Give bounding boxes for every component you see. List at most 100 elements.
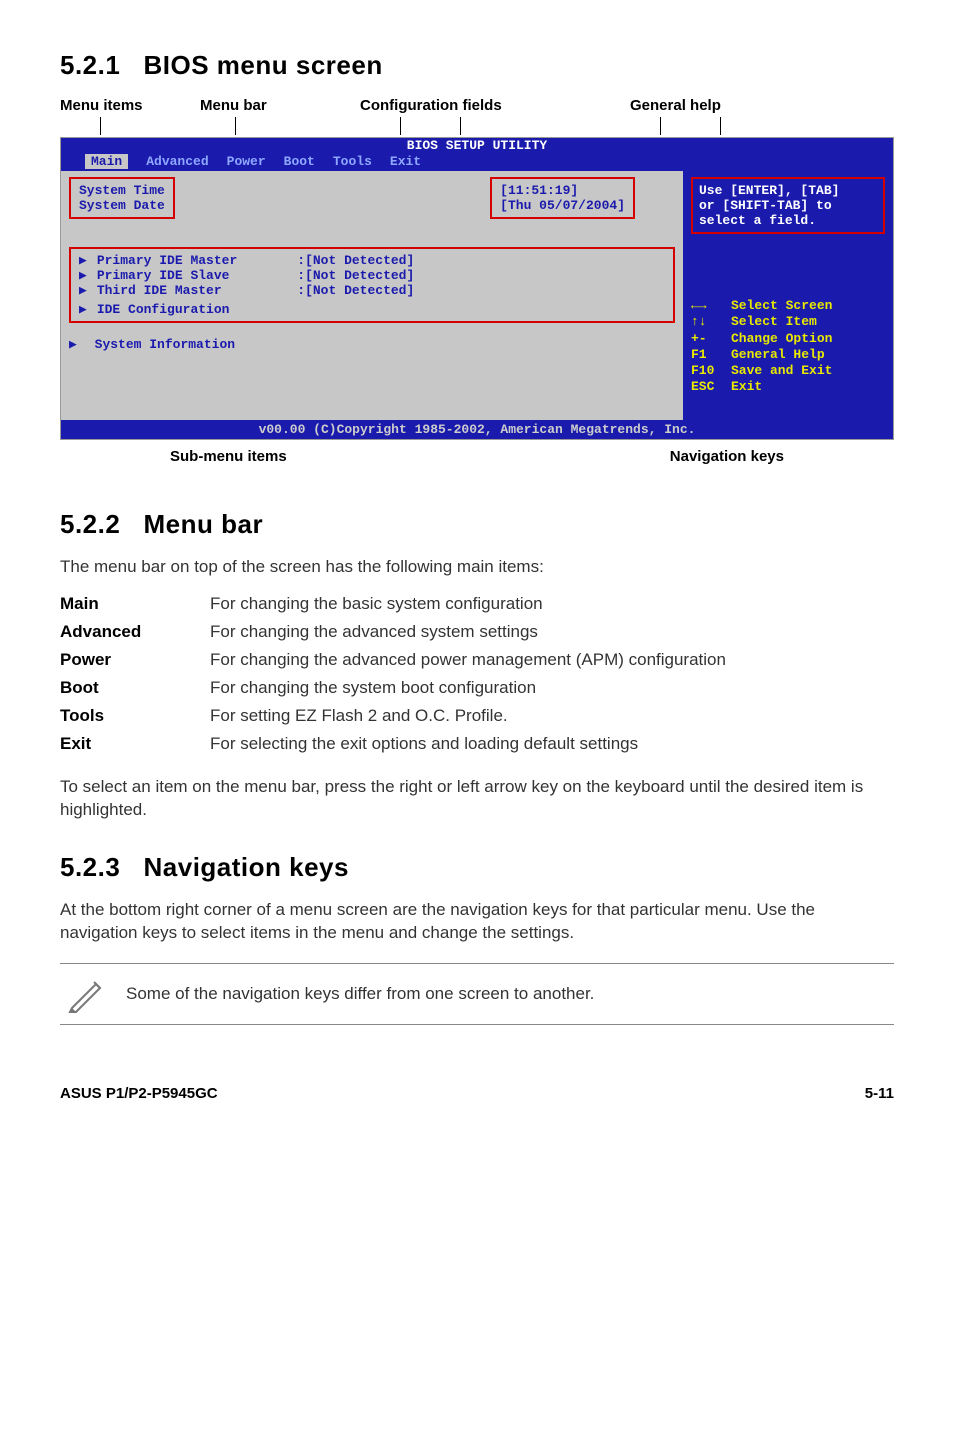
footer-right: 5-11 — [865, 1085, 894, 1102]
tick — [235, 117, 236, 135]
tick — [660, 117, 661, 135]
nav-key: ←→ — [691, 298, 731, 314]
def-term: Boot — [60, 674, 210, 702]
menu-items-box: System Time System Date — [69, 177, 175, 219]
submenu-label: IDE Configuration — [97, 302, 230, 317]
help-line: or [SHIFT-TAB] to — [699, 198, 877, 213]
def-desc: For changing the basic system configurat… — [210, 590, 894, 618]
tick — [100, 117, 101, 135]
heading-522: 5.2.2 Menu bar — [60, 509, 894, 540]
def-term: Power — [60, 646, 210, 674]
def-term: Exit — [60, 730, 210, 758]
label-submenu-items: Sub-menu items — [170, 448, 287, 465]
def-desc: For changing the advanced system setting… — [210, 618, 894, 646]
label-menu-bar: Menu bar — [200, 97, 267, 114]
def-term: Main — [60, 590, 210, 618]
label-navigation-keys: Navigation keys — [670, 448, 784, 465]
bios-menubar: BIOS SETUP UTILITY Main Advanced Power B… — [61, 138, 893, 171]
bios-screenshot: BIOS SETUP UTILITY Main Advanced Power B… — [60, 137, 894, 440]
submenu-row[interactable]: ▶ Primary IDE Master — [79, 253, 237, 268]
nav-key: F1 — [691, 347, 731, 363]
menubar-definitions: MainFor changing the basic system config… — [60, 590, 894, 758]
help-line: Use [ENTER], [TAB] — [699, 183, 877, 198]
system-date-label[interactable]: System Date — [79, 198, 165, 213]
note-box: Some of the navigation keys differ from … — [60, 963, 894, 1025]
nav-key: F10 — [691, 363, 731, 379]
tab-boot[interactable]: Boot — [284, 154, 315, 169]
label-config-fields: Configuration fields — [360, 97, 502, 114]
def-row: AdvancedFor changing the advanced system… — [60, 618, 894, 646]
submenu-value: :[Not Detected] — [297, 283, 414, 298]
tab-main[interactable]: Main — [85, 154, 128, 169]
nav-action: Save and Exit — [731, 363, 832, 378]
tick — [460, 117, 461, 135]
submenu-row[interactable]: ▶Third IDE Master — [79, 283, 237, 298]
page-footer: ASUS P1/P2-P5945GC 5-11 — [60, 1085, 894, 1102]
system-date-value[interactable]: [Thu 05/07/2004] — [500, 198, 625, 213]
system-time-value[interactable]: [11:51:19] — [500, 183, 625, 198]
system-information-label: System Information — [95, 337, 235, 352]
top-label-row: Menu items Menu bar Configuration fields… — [60, 97, 894, 119]
def-row: PowerFor changing the advanced power man… — [60, 646, 894, 674]
def-term: Tools — [60, 702, 210, 730]
nav-action: Select Screen — [731, 298, 832, 313]
nav-key: +- — [691, 331, 731, 347]
def-row: ToolsFor setting EZ Flash 2 and O.C. Pro… — [60, 702, 894, 730]
tab-advanced[interactable]: Advanced — [146, 154, 208, 169]
def-desc: For changing the system boot configurati… — [210, 674, 894, 702]
heading-num: 5.2.3 — [60, 852, 120, 882]
navkeys-body: At the bottom right corner of a menu scr… — [60, 899, 894, 945]
label-menu-items: Menu items — [60, 97, 143, 114]
nav-action: Select Item — [731, 314, 817, 329]
tick — [720, 117, 721, 135]
menubar-outro: To select an item on the menu bar, press… — [60, 776, 894, 822]
submenu-label: Primary IDE Master — [97, 253, 237, 268]
bios-copyright: v00.00 (C)Copyright 1985-2002, American … — [61, 420, 893, 439]
help-line: select a field. — [699, 213, 877, 228]
triangle-icon: ▶ — [79, 268, 87, 283]
general-help-box: Use [ENTER], [TAB] or [SHIFT-TAB] to sel… — [691, 177, 885, 234]
heading-523: 5.2.3 Navigation keys — [60, 852, 894, 883]
def-row: ExitFor selecting the exit options and l… — [60, 730, 894, 758]
submenu-value: :[Not Detected] — [297, 268, 414, 283]
triangle-icon: ▶ — [69, 337, 77, 352]
system-time-label[interactable]: System Time — [79, 183, 165, 198]
submenu-label: Third IDE Master — [97, 283, 222, 298]
nav-action: General Help — [731, 347, 825, 362]
tab-tools[interactable]: Tools — [333, 154, 372, 169]
def-desc: For selecting the exit options and loadi… — [210, 730, 894, 758]
bottom-label-row: Sub-menu items Navigation keys — [60, 448, 894, 465]
heading-text: BIOS menu screen — [144, 50, 383, 80]
heading-num: 5.2.1 — [60, 50, 120, 80]
heading-text: Menu bar — [144, 509, 264, 539]
tab-exit[interactable]: Exit — [390, 154, 421, 169]
heading-num: 5.2.2 — [60, 509, 120, 539]
pencil-icon — [66, 974, 106, 1014]
submenu-value: :[Not Detected] — [297, 253, 414, 268]
menubar-intro: The menu bar on top of the screen has th… — [60, 556, 894, 579]
submenu-row[interactable]: ▶ System Information — [69, 337, 675, 352]
note-text: Some of the navigation keys differ from … — [126, 983, 594, 1006]
nav-action: Change Option — [731, 331, 832, 346]
tab-power[interactable]: Power — [227, 154, 266, 169]
label-general-help: General help — [630, 97, 721, 114]
submenu-row[interactable]: ▶IDE Configuration — [79, 302, 237, 317]
submenu-items-box: ▶ Primary IDE Master ▶ Primary IDE Slave ▶… — [69, 247, 675, 323]
nav-key: ↑↓ — [691, 314, 731, 330]
heading-521: 5.2.1 BIOS menu screen — [60, 50, 894, 81]
navigation-keys-box: ←→Select Screen ↑↓Select Item +-Change O… — [691, 298, 885, 396]
nav-key: ESC — [691, 379, 731, 395]
bios-left-panel: System Time System Date [11:51:19] [Thu … — [61, 171, 683, 420]
def-desc: For changing the advanced power manageme… — [210, 646, 894, 674]
triangle-icon: ▶ — [79, 253, 87, 268]
def-row: MainFor changing the basic system config… — [60, 590, 894, 618]
def-desc: For setting EZ Flash 2 and O.C. Profile. — [210, 702, 894, 730]
submenu-label: Primary IDE Slave — [97, 268, 230, 283]
tick — [400, 117, 401, 135]
config-fields-box: [11:51:19] [Thu 05/07/2004] — [490, 177, 635, 219]
def-row: BootFor changing the system boot configu… — [60, 674, 894, 702]
footer-left: ASUS P1/P2-P5945GC — [60, 1085, 218, 1102]
nav-action: Exit — [731, 379, 762, 394]
submenu-row[interactable]: ▶ Primary IDE Slave — [79, 268, 237, 283]
def-term: Advanced — [60, 618, 210, 646]
